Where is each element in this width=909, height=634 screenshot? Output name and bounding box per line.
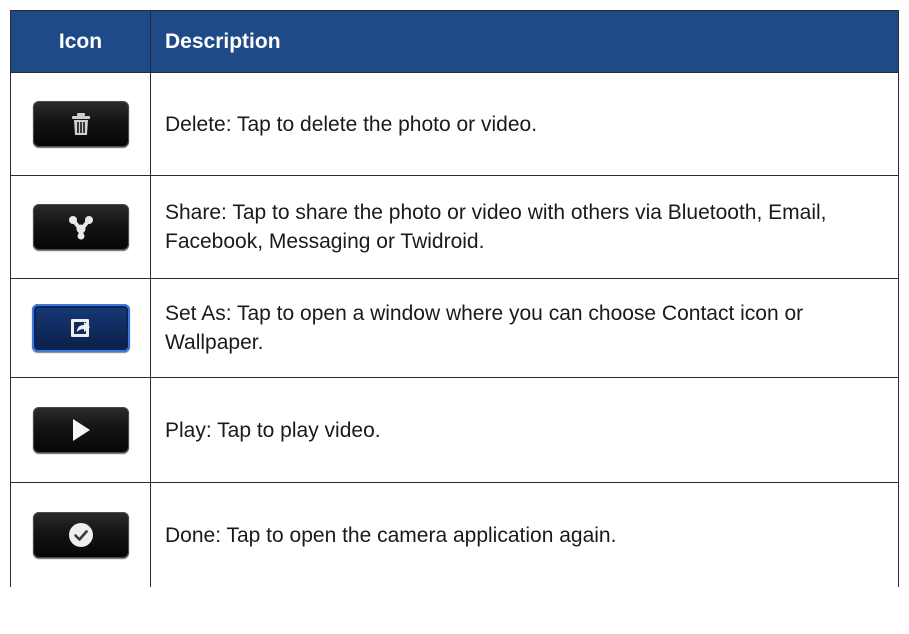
table-row: Play: Tap to play video.: [10, 377, 899, 483]
set-as-button: [31, 304, 130, 352]
column-header-icon: Icon: [10, 10, 151, 73]
done-check-icon: [68, 523, 93, 547]
set-as-icon: [70, 319, 90, 337]
table-header-row: Icon Description: [10, 10, 899, 73]
icon-cell: [10, 377, 151, 483]
description-cell: Play: Tap to play video.: [150, 377, 899, 483]
icon-description-table: Icon Description Delete: Tap to delete t: [10, 10, 899, 587]
icon-cell: [10, 72, 151, 176]
column-header-description: Description: [150, 10, 899, 73]
done-button: [32, 512, 129, 558]
delete-button: [32, 101, 129, 147]
table-row: Done: Tap to open the camera application…: [10, 482, 899, 587]
description-cell: Share: Tap to share the photo or video w…: [150, 175, 899, 279]
play-icon: [72, 419, 90, 441]
description-cell: Done: Tap to open the camera application…: [150, 482, 899, 587]
play-button: [32, 407, 129, 453]
trash-icon: [71, 113, 90, 135]
icon-cell: [10, 278, 151, 378]
table-row: Set As: Tap to open a window where you c…: [10, 278, 899, 378]
icon-cell: [10, 482, 151, 587]
description-cell: Delete: Tap to delete the photo or video…: [150, 72, 899, 176]
icon-cell: [10, 175, 151, 279]
share-button: [32, 204, 129, 250]
description-cell: Set As: Tap to open a window where you c…: [150, 278, 899, 378]
table-row: Share: Tap to share the photo or video w…: [10, 175, 899, 279]
share-icon: [68, 216, 93, 240]
table-row: Delete: Tap to delete the photo or video…: [10, 72, 899, 176]
